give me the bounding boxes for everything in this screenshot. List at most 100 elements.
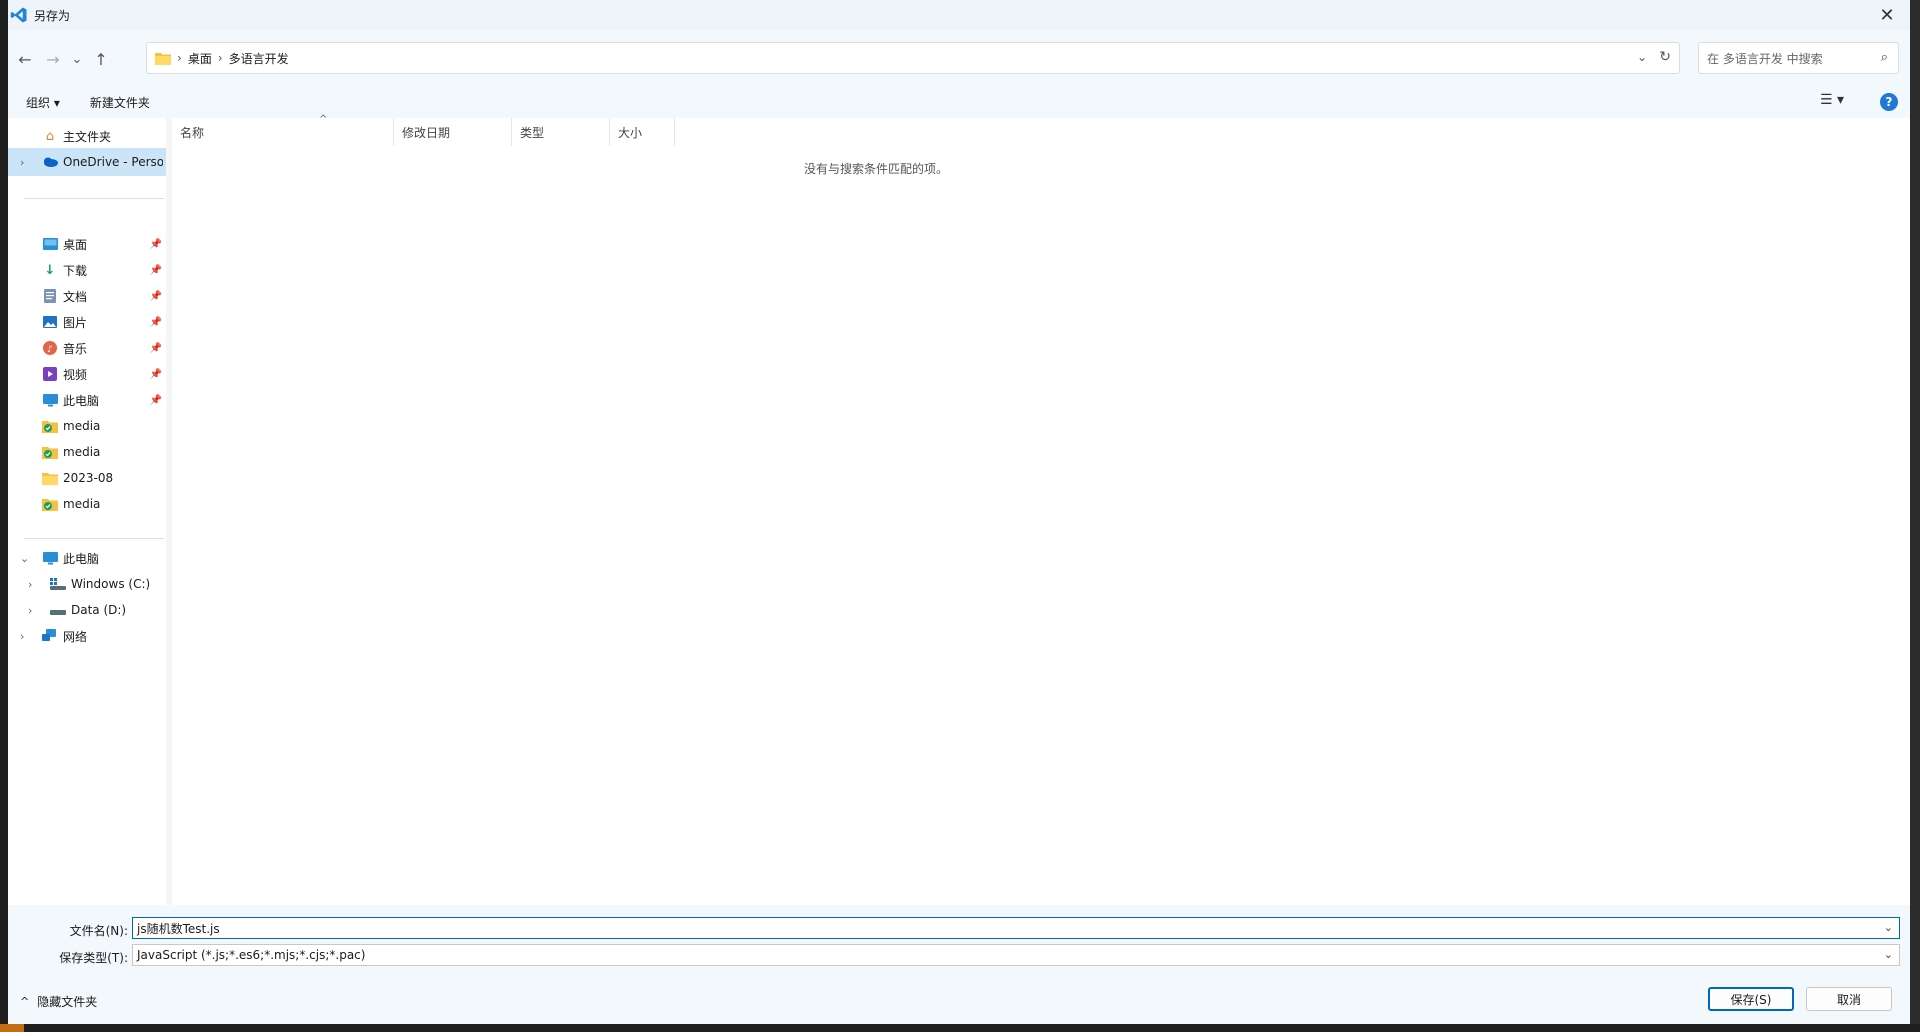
filename-input[interactable]: js随机数Test.js ⌄ (132, 917, 1900, 939)
sidebar-item-label: media (63, 419, 101, 433)
breadcrumb-desktop[interactable]: 桌面 (188, 50, 212, 67)
chevron-right-icon[interactable]: › (28, 578, 32, 591)
new-folder-button[interactable]: 新建文件夹 (90, 94, 150, 111)
sidebar-item-network[interactable]: › 网络 (8, 622, 166, 650)
sidebar-item-label: media (63, 445, 101, 459)
column-header-date-modified[interactable]: 修改日期 (394, 118, 512, 146)
pc-icon (42, 550, 58, 566)
sidebar-item-media-2[interactable]: media (8, 438, 166, 466)
chevron-down-icon[interactable]: ⌄ (20, 552, 29, 565)
view-options-icon[interactable]: ☰ ▾ (1820, 92, 1844, 108)
address-dropdown-icon[interactable]: ⌄ (1637, 50, 1647, 64)
sidebar-item-label: 文档 (63, 289, 88, 304)
save-as-dialog: 另存为 ✕ ← → ⌄ ↑ › 桌面 › 多语言开发 ⌄ ↻ 在 多语言开发 中… (8, 0, 1910, 1024)
sidebar-item-this-pc-pinned[interactable]: 此电脑 📌 (8, 386, 166, 414)
editor-scrollbar-strip (1910, 0, 1920, 1032)
search-input[interactable]: 在 多语言开发 中搜索 ⌕ (1698, 42, 1899, 74)
sidebar-item-label: 主文件夹 (63, 129, 112, 144)
back-arrow-icon: ← (18, 49, 32, 69)
filetype-value: JavaScript (*.js;*.es6;*.mjs;*.cjs;*.pac… (137, 948, 366, 962)
sidebar-item-onedrive[interactable]: › OneDrive - Perso (8, 148, 166, 176)
column-header-label: 类型 (520, 125, 545, 140)
window-title: 另存为 (34, 8, 71, 23)
column-header-name[interactable]: 名称 ^ (172, 114, 394, 146)
up-button[interactable]: ↑ (90, 48, 112, 70)
help-icon[interactable]: ? (1880, 93, 1898, 111)
onedrive-icon (42, 154, 58, 170)
chevron-right-icon[interactable]: › (28, 604, 32, 617)
refresh-icon[interactable]: ↻ (1659, 49, 1671, 65)
sidebar-item-label: 视频 (63, 367, 88, 382)
svg-text:♪: ♪ (47, 345, 53, 355)
save-button[interactable]: 保存(S) (1708, 987, 1794, 1011)
sidebar-item-desktop[interactable]: 桌面 📌 (8, 230, 166, 258)
sidebar-item-home[interactable]: ⌂ 主文件夹 (8, 122, 166, 150)
sidebar-item-music[interactable]: ♪ 音乐 📌 (8, 334, 166, 362)
save-options-panel: 文件名(N): js随机数Test.js ⌄ 保存类型(T): JavaScri… (8, 905, 1910, 1024)
organize-menu-button[interactable]: 组织 ▾ (26, 94, 60, 111)
divider (24, 538, 164, 539)
navigation-pane: ⌂ 主文件夹 › OneDrive - Perso 桌面 📌 ↓ 下载 📌 文档… (8, 118, 166, 905)
search-placeholder: 在 多语言开发 中搜索 (1707, 51, 1823, 66)
sidebar-item-label: Data (D:) (71, 603, 127, 617)
drive-icon (50, 602, 66, 618)
sidebar-item-pictures[interactable]: 图片 📌 (8, 308, 166, 336)
chevron-right-icon[interactable]: › (20, 630, 24, 643)
filetype-select[interactable]: JavaScript (*.js;*.es6;*.mjs;*.cjs;*.pac… (132, 944, 1900, 966)
up-arrow-icon: ↑ (94, 49, 108, 69)
forward-button[interactable]: → (42, 48, 64, 70)
chevron-down-icon: ⌄ (71, 51, 83, 67)
recent-locations-button[interactable]: ⌄ (66, 48, 88, 70)
sidebar-item-media-1[interactable]: media (8, 412, 166, 440)
pin-icon: 📌 (149, 342, 162, 354)
desktop-icon (42, 236, 58, 252)
column-header-label: 名称 (180, 125, 205, 140)
sidebar-item-media-3[interactable]: media (8, 490, 166, 518)
sidebar-item-label: 下载 (63, 263, 88, 278)
sidebar-item-label: 音乐 (63, 341, 88, 356)
chevron-down-icon[interactable]: ⌄ (1884, 921, 1893, 934)
sidebar-item-documents[interactable]: 文档 📌 (8, 282, 166, 310)
column-header-type[interactable]: 类型 (512, 118, 610, 146)
pin-icon: 📌 (149, 394, 162, 406)
sidebar-item-videos[interactable]: 视频 📌 (8, 360, 166, 388)
sidebar-item-label: 图片 (63, 315, 88, 330)
column-header-label: 大小 (618, 125, 643, 140)
column-header-size[interactable]: 大小 (610, 118, 675, 146)
pin-icon: 📌 (149, 238, 162, 250)
home-icon: ⌂ (45, 128, 55, 144)
vscode-icon (10, 7, 27, 23)
close-button[interactable]: ✕ (1864, 0, 1910, 30)
pin-icon: 📌 (149, 290, 162, 302)
sidebar-item-label: 此电脑 (63, 393, 100, 408)
folder-icon (155, 53, 171, 65)
breadcrumb-current-folder[interactable]: 多语言开发 (229, 50, 289, 67)
download-icon: ↓ (44, 262, 56, 278)
chevron-up-icon: ^ (20, 995, 30, 1008)
filename-value: js随机数Test.js (137, 921, 220, 936)
pin-icon: 📌 (149, 368, 162, 380)
chevron-down-icon[interactable]: ⌄ (1884, 948, 1893, 961)
sidebar-item-2023-08[interactable]: 2023-08 (8, 464, 166, 492)
title-bar: 另存为 ✕ (8, 0, 1910, 30)
synced-folder-icon (42, 418, 58, 434)
document-icon (42, 288, 58, 304)
back-button[interactable]: ← (14, 48, 36, 70)
cancel-button[interactable]: 取消 (1806, 987, 1892, 1011)
folder-icon (42, 470, 58, 486)
sidebar-item-windows-c[interactable]: › Windows (C:) (8, 570, 166, 598)
sidebar-item-this-pc[interactable]: ⌄ 此电脑 (8, 544, 166, 572)
filetype-label: 保存类型(T): (59, 951, 128, 965)
pin-icon: 📌 (149, 316, 162, 328)
close-icon: ✕ (1879, 4, 1895, 26)
address-bar[interactable]: › 桌面 › 多语言开发 ⌄ ↻ (146, 42, 1680, 74)
chevron-right-icon[interactable]: › (20, 156, 24, 169)
sidebar-item-downloads[interactable]: ↓ 下载 📌 (8, 256, 166, 284)
drive-icon (50, 576, 66, 592)
sidebar-item-label: 此电脑 (63, 551, 100, 566)
empty-message: 没有与搜索条件匹配的项。 (803, 162, 948, 176)
sidebar-item-data-d[interactable]: › Data (D:) (8, 596, 166, 624)
command-bar: 组织 ▾ 新建文件夹 ☰ ▾ ? (8, 86, 1910, 118)
pictures-icon (42, 314, 58, 330)
hide-folders-toggle[interactable]: ^ 隐藏文件夹 (20, 993, 97, 1010)
